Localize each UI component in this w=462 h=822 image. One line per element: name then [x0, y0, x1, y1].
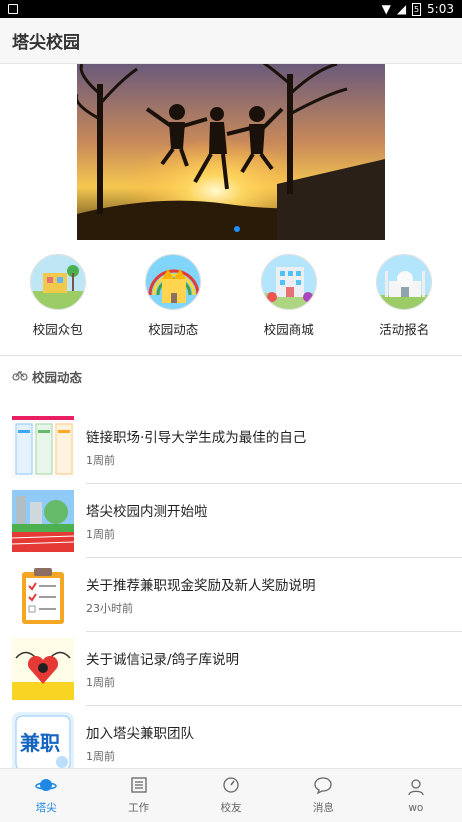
- tab-label: wo: [408, 801, 424, 814]
- crowdsource-icon: [29, 254, 86, 310]
- chat-icon: [313, 776, 333, 797]
- mall-icon: [260, 254, 317, 310]
- signal-icon: ◢: [396, 2, 407, 16]
- person-icon: [407, 778, 425, 799]
- tab-me[interactable]: wo: [370, 769, 462, 822]
- thumbnail: [12, 416, 74, 478]
- list-item[interactable]: 关于推荐兼职现金奖励及新人奖励说明 23小时前: [0, 558, 462, 632]
- clipboard-icon: [12, 564, 74, 626]
- list-item[interactable]: 链接职场·引导大学生成为最佳的自己 1周前: [0, 410, 462, 484]
- menu-event-signup[interactable]: 活动报名: [347, 254, 462, 355]
- item-title: 链接职场·引导大学生成为最佳的自己: [86, 429, 307, 446]
- tab-label: 塔尖: [35, 802, 57, 814]
- item-time: 1周前: [86, 453, 115, 467]
- item-title: 塔尖校园内测开始啦: [86, 503, 208, 520]
- carousel-indicator[interactable]: [234, 226, 240, 232]
- list-icon: [130, 776, 148, 797]
- menu-campus-news[interactable]: 校园动态: [116, 254, 232, 355]
- compass-icon: [222, 776, 240, 797]
- item-time: 1周前: [86, 749, 115, 763]
- section-header: 校园动态: [0, 356, 462, 396]
- news-feed: 链接职场·引导大学生成为最佳的自己 1周前 塔尖校园内测开始啦 1周前 关于推荐…: [0, 410, 462, 780]
- tab-alumni[interactable]: 校友: [185, 769, 277, 822]
- tab-home[interactable]: 塔尖: [0, 769, 92, 822]
- menu-campus-mall[interactable]: 校园商城: [231, 254, 347, 355]
- winged-heart-icon: [12, 638, 74, 700]
- thumbnail: [12, 490, 74, 552]
- menu-label: 校园商城: [263, 322, 314, 337]
- app-title: 塔尖校园: [12, 33, 80, 53]
- section-title: 校园动态: [32, 369, 83, 385]
- banner-carousel[interactable]: [77, 64, 385, 240]
- status-bar: ▼ ◢ 5 5:03: [0, 0, 462, 18]
- item-time: 23小时前: [86, 601, 133, 615]
- building-icon: [376, 254, 433, 310]
- item-time: 1周前: [86, 675, 115, 689]
- banner-image: [77, 64, 385, 240]
- team-logo-icon: 兼职: [12, 712, 74, 774]
- list-item[interactable]: 塔尖校园内测开始啦 1周前: [0, 484, 462, 558]
- planet-icon: [35, 776, 57, 797]
- item-title: 关于推荐兼职现金奖励及新人奖励说明: [86, 577, 316, 594]
- tab-work[interactable]: 工作: [92, 769, 184, 822]
- wifi-icon: ▼: [381, 2, 391, 16]
- list-item[interactable]: 关于诚信记录/鸽子库说明 1周前: [0, 632, 462, 706]
- status-time: 5:03: [427, 2, 454, 16]
- menu-label: 活动报名: [379, 322, 430, 337]
- item-title: 关于诚信记录/鸽子库说明: [86, 651, 240, 668]
- tab-label: 消息: [312, 802, 334, 814]
- tab-label: 校友: [220, 802, 242, 814]
- quick-menu: 校园众包 校园动态 校园商城 活动报名: [0, 240, 462, 355]
- menu-label: 校园众包: [32, 322, 83, 337]
- tab-messages[interactable]: 消息: [277, 769, 369, 822]
- castle-icon: [145, 254, 202, 310]
- bottom-tab-bar: 塔尖 工作 校友 消息 wo: [0, 768, 462, 822]
- item-title: 加入塔尖兼职团队: [86, 725, 194, 742]
- menu-label: 校园动态: [148, 322, 199, 337]
- item-time: 1周前: [86, 527, 115, 541]
- tab-label: 工作: [128, 802, 150, 814]
- app-bar: 塔尖校园: [0, 18, 462, 64]
- menu-crowdsource[interactable]: 校园众包: [0, 254, 116, 355]
- svg-text:兼职: 兼职: [20, 731, 60, 755]
- notification-icon: [8, 4, 18, 14]
- battery-icon: 5: [412, 2, 422, 16]
- bicycle-icon: [12, 369, 28, 384]
